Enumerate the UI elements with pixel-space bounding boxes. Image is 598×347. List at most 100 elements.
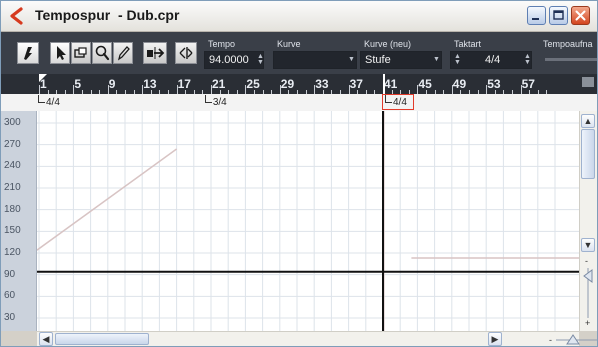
cubase-logo-icon bbox=[10, 7, 23, 25]
ruler-bar-number: 49 bbox=[452, 77, 467, 91]
svg-text:+: + bbox=[585, 318, 590, 328]
tempo-axis-label: 180 bbox=[4, 203, 21, 215]
time-signature-label: 4/4 bbox=[46, 97, 60, 108]
pencil-tool-button[interactable] bbox=[113, 42, 133, 64]
ruler-bar-number: 5 bbox=[74, 77, 82, 91]
chevron-up-icon: ▲ bbox=[583, 116, 593, 126]
svg-text:-: - bbox=[585, 256, 588, 266]
taktart-value: 4/4 bbox=[485, 54, 501, 66]
tempo-recording-field: Tempoaufna bbox=[539, 38, 597, 70]
taktart-spinner-left-icon[interactable]: ▲ ▼ bbox=[454, 53, 461, 66]
signature-marker-icon bbox=[38, 95, 45, 103]
svg-text:-: - bbox=[549, 335, 552, 345]
tempo-recording-label: Tempoaufna bbox=[543, 39, 593, 49]
insert-curve-icon bbox=[147, 47, 165, 59]
horizontal-scroll-thumb[interactable] bbox=[55, 333, 149, 345]
tempo-curve-editor[interactable] bbox=[37, 111, 579, 331]
taktart-label: Taktart bbox=[454, 39, 482, 49]
time-signature-label: 3/4 bbox=[212, 97, 227, 108]
vertical-zoom-slider[interactable]: - + bbox=[580, 256, 596, 328]
scroll-down-button[interactable]: ▼ bbox=[581, 238, 595, 252]
kurve-label: Kurve bbox=[277, 39, 301, 49]
chevron-down-icon: ▼ bbox=[433, 56, 440, 63]
window-title: Tempospur - Dub.cpr bbox=[35, 7, 180, 23]
tempo-ramp-segment bbox=[37, 148, 178, 251]
ruler-bar-number: 21 bbox=[212, 77, 226, 91]
ruler-bar-number: 53 bbox=[487, 77, 501, 91]
kurve-neu-label: Kurve (neu) bbox=[364, 39, 412, 49]
insert-curve-button[interactable] bbox=[143, 42, 167, 64]
vertical-scrollbar[interactable]: ▲ ▼ - + bbox=[579, 111, 597, 331]
snap-button[interactable] bbox=[175, 42, 197, 64]
kurve-neu-dropdown[interactable]: Stufe ▼ bbox=[360, 51, 442, 69]
ruler-bar-number: 37 bbox=[349, 77, 363, 91]
tempo-axis-label: 270 bbox=[4, 138, 21, 150]
close-button[interactable] bbox=[571, 6, 590, 25]
zoom-tool-icon bbox=[95, 45, 110, 61]
ruler-bar-number: 41 bbox=[384, 77, 398, 91]
tempo-value: 94.0000 bbox=[209, 54, 249, 66]
tempo-axis-label: 90 bbox=[4, 268, 16, 280]
arrow-tool-button[interactable] bbox=[50, 42, 70, 64]
toolbar: Tempo 94.0000 ▲ ▼ Kurve ▼ Kurve (neu) Stu… bbox=[1, 32, 597, 74]
ruler-bar-number: 17 bbox=[177, 77, 191, 91]
tempo-axis-label: 120 bbox=[4, 247, 21, 258]
tempo-label: Tempo bbox=[208, 39, 236, 49]
ruler-bar-number: 29 bbox=[280, 77, 295, 91]
chevron-left-icon: ◀ bbox=[42, 334, 50, 344]
tempo-axis-label: 210 bbox=[4, 182, 21, 193]
time-signature-event[interactable]: 4/4 bbox=[382, 94, 414, 110]
signature-track[interactable]: 4/4 3/4 4/4 bbox=[1, 94, 597, 112]
ruler-bar-number: 1 bbox=[40, 77, 47, 91]
tempo-field: Tempo 94.0000 ▲ ▼ bbox=[204, 38, 264, 70]
horizontal-scrollbar[interactable]: ◀ ▶ - + bbox=[37, 331, 597, 346]
maximize-icon bbox=[553, 10, 564, 20]
tempo-input[interactable]: 94.0000 ▲ ▼ bbox=[204, 51, 264, 69]
tempo-axis-label: 240 bbox=[4, 160, 21, 172]
bar-ruler[interactable]: 1 5 9 13 17 21 25 29 33 37 41 45 49 53 57 bbox=[1, 74, 597, 94]
ruler-bar-number: 33 bbox=[315, 77, 329, 91]
vertical-scroll-thumb[interactable] bbox=[581, 129, 595, 179]
arrow-tool-icon bbox=[57, 46, 66, 60]
playhead-ruler-marker[interactable] bbox=[383, 74, 385, 94]
ruler-bar-number: 57 bbox=[521, 77, 535, 91]
tempo-track-window: Tempospur - Dub.cpr Tempo 94.0000 ▲ ▼ Ku… bbox=[0, 0, 598, 347]
maximize-button[interactable] bbox=[549, 6, 568, 25]
time-signature-event[interactable]: 4/4 bbox=[38, 95, 60, 108]
tempo-spinner-icon[interactable]: ▲ ▼ bbox=[257, 53, 264, 66]
scroll-right-button[interactable]: ▶ bbox=[488, 332, 502, 346]
scroll-up-button[interactable]: ▲ bbox=[581, 114, 595, 128]
taktart-field: Taktart ▲ ▼ 4/4 ▲ ▼ bbox=[450, 38, 532, 70]
solo-edit-icon bbox=[24, 47, 32, 60]
tempo-axis: 300 270 240 210 180 150 120 90 60 30 bbox=[1, 111, 37, 331]
chevron-right-icon: ▶ bbox=[491, 334, 499, 344]
tempo-recording-slider[interactable] bbox=[545, 58, 597, 61]
time-signature-event[interactable]: 3/4 bbox=[204, 95, 227, 108]
tempo-curve-canvas[interactable] bbox=[37, 111, 579, 331]
minimize-button[interactable] bbox=[527, 6, 546, 25]
kurve-dropdown[interactable]: ▼ bbox=[273, 51, 357, 69]
solo-edit-button[interactable] bbox=[17, 42, 39, 64]
horizontal-zoom-slider[interactable]: - + bbox=[547, 332, 598, 347]
title-bar[interactable]: Tempospur - Dub.cpr bbox=[1, 1, 597, 32]
time-signature-label: 4/4 bbox=[393, 97, 407, 108]
taktart-input[interactable]: ▲ ▼ 4/4 ▲ ▼ bbox=[450, 51, 532, 69]
kurve-neu-value: Stufe bbox=[365, 54, 391, 66]
chevron-down-icon: ▼ bbox=[583, 240, 593, 250]
ruler-menu-icon[interactable] bbox=[582, 77, 594, 87]
taktart-spinner-right-icon[interactable]: ▲ ▼ bbox=[524, 53, 531, 66]
tempo-axis-label: 30 bbox=[4, 312, 16, 323]
kurve-neu-field: Kurve (neu) Stufe ▼ bbox=[360, 38, 442, 70]
range-select-button[interactable] bbox=[71, 42, 91, 64]
signature-marker-icon bbox=[204, 95, 212, 103]
chevron-down-icon: ▼ bbox=[348, 56, 355, 63]
scroll-left-button[interactable]: ◀ bbox=[39, 332, 53, 346]
ruler-bar-number: 25 bbox=[246, 77, 260, 91]
zoom-tool-button[interactable] bbox=[92, 42, 112, 64]
signature-marker-icon bbox=[385, 95, 392, 103]
ruler-bar-number: 45 bbox=[418, 77, 432, 91]
tempo-axis-label: 60 bbox=[4, 290, 16, 302]
tempo-axis-label: 300 bbox=[4, 117, 21, 128]
ruler-bar-number: 13 bbox=[143, 77, 157, 91]
close-icon bbox=[575, 10, 586, 21]
